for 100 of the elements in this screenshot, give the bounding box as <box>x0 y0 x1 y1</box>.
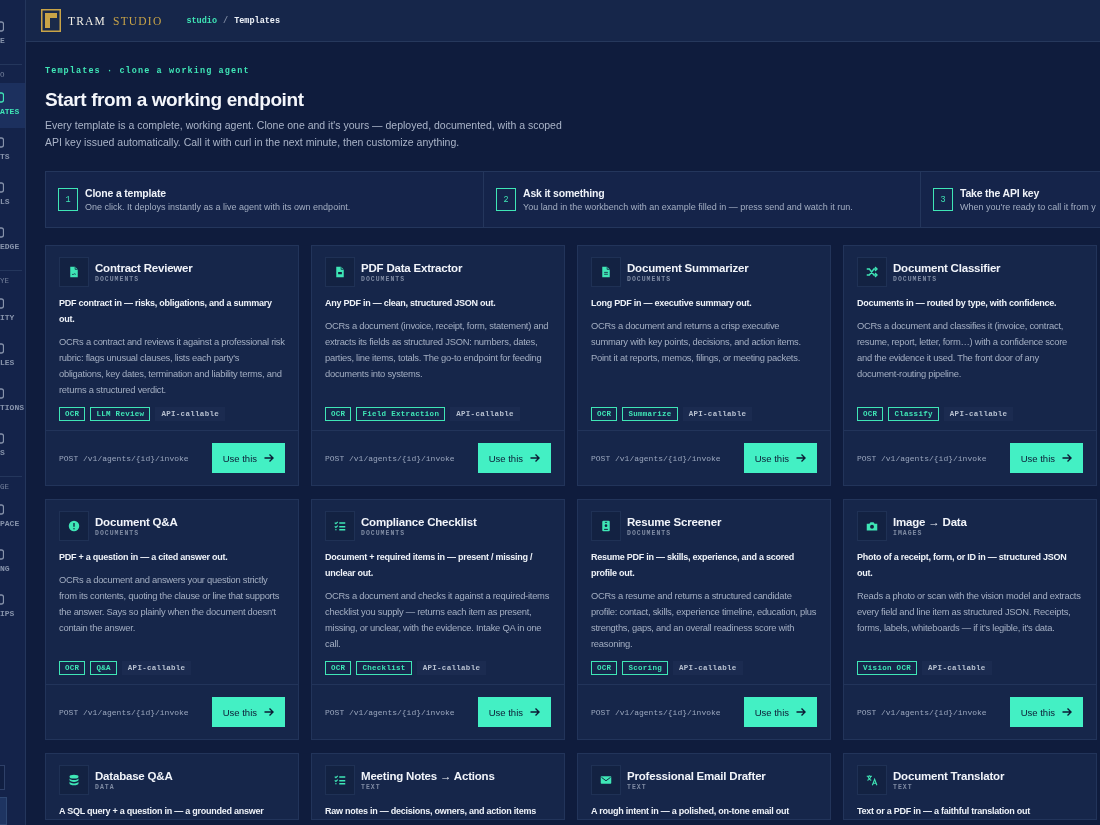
nav-item-icon <box>0 137 4 148</box>
nav-item-icon <box>0 388 4 399</box>
card-summary: A SQL query + a question in — a grounded answer <box>59 805 265 818</box>
step-title: Clone a template <box>85 185 167 201</box>
arrow-right-icon <box>264 707 274 717</box>
card-summary: Text or a PDF in — a faithful translation out <box>857 805 1032 818</box>
card-summary: PDF + a question in — a cited answer out. <box>59 551 229 564</box>
card-title: Document Q&A <box>95 514 178 529</box>
sidebar-item[interactable]: ITY <box>0 289 25 334</box>
card-summary: Any PDF in — clean, structured JSON out. <box>325 297 497 310</box>
card-summary: Documents in — routed by type, with confidence. <box>857 297 1058 310</box>
card-title: Document Summarizer <box>627 260 749 275</box>
card-title: Document Classifier <box>893 260 1001 275</box>
card-summary: Document + required items in — present / missing / unclear out. <box>325 551 534 580</box>
checklist-icon <box>325 511 355 541</box>
sidebar-item[interactable]: E <box>0 12 25 57</box>
card-title: Contract Reviewer <box>95 260 193 275</box>
breadcrumb-link[interactable]: studio <box>186 15 217 26</box>
use-template-button[interactable]: Use this <box>1009 443 1083 473</box>
document-icon <box>591 257 621 287</box>
nav-item-icon <box>0 227 4 238</box>
use-template-button[interactable]: Use this <box>477 443 551 473</box>
sidebar-item[interactable]: EDGE <box>0 218 25 263</box>
card-title: Professional Email Drafter <box>627 768 766 783</box>
card-title: Database Q&A <box>95 768 173 783</box>
step-number: 2 <box>496 188 516 211</box>
use-template-button[interactable]: Use this <box>211 443 285 473</box>
sidebar-button[interactable] <box>0 797 7 825</box>
nav-item-icon <box>0 433 4 444</box>
nav-item-icon <box>0 182 4 193</box>
endpoint-path: POST /v1/agents/{id}/invoke <box>857 453 987 463</box>
id-badge-icon <box>591 511 621 541</box>
step-title: Take the API key <box>960 185 1041 201</box>
card-description: OCRs a document (invoice, receipt, form, statement) and extracts its fields as structured JSON: numbers, dates, parties, line items, totals. The go-to endpoint for feeding documents into systems. <box>325 319 550 381</box>
arrow-right-icon <box>530 707 540 717</box>
use-template-button[interactable]: Use this <box>743 697 817 727</box>
card-title: Meeting Notes → Actions <box>361 768 495 783</box>
sidebar-item[interactable]: LES <box>0 334 25 379</box>
card-description: OCRs a contract and reviews it against a professional risk rubric: flags unusual clauses, lists each party's obligations, key dates, termination and liability terms, and returns a structured verdict. <box>59 335 285 397</box>
step-description: One click. It deploys instantly as a live agent with its own endpoint. <box>85 200 351 214</box>
document-icon <box>59 257 89 287</box>
arrow-right-icon <box>796 707 806 717</box>
sidebar-item[interactable]: TIONS <box>0 379 25 424</box>
card-summary: Photo of a receipt, form, or ID in — structured JSON out. <box>857 551 1068 580</box>
use-template-button[interactable]: Use this <box>477 697 551 727</box>
brand-name: TRAM <box>68 14 107 27</box>
nav-item-icon <box>0 504 4 515</box>
card-title: Resume Screener <box>627 514 722 529</box>
use-template-button[interactable]: Use this <box>1009 697 1083 727</box>
arrow-right-icon <box>1062 707 1072 717</box>
card-title: Compliance Checklist <box>361 514 477 529</box>
step-description: When you're ready to call it from y <box>960 200 1096 214</box>
card-summary: Raw notes in — decisions, owners, and action items <box>325 805 538 818</box>
card-description: OCRs a document and answers your question strictly from its contents, quoting the clause or line that supports the answer. Says so plainly when the document doesn't contain the answer. <box>59 573 281 635</box>
sidebar-item[interactable]: PACE <box>0 495 25 540</box>
breadcrumb-separator: / <box>223 15 229 26</box>
use-template-button[interactable]: Use this <box>743 443 817 473</box>
sidebar-item[interactable]: ATES <box>0 83 25 128</box>
checklist-icon <box>325 765 355 795</box>
endpoint-path: POST /v1/agents/{id}/invoke <box>857 707 987 717</box>
card-title: Image → Data <box>893 514 967 529</box>
card-description: OCRs a document and classifies it (invoice, contract, resume, report, letter, form…) with a confidence score and the evidence it used. The front door of any document-routing pipeline. <box>857 319 1069 381</box>
arrow-right-icon <box>796 453 806 463</box>
page-title: Start from a working endpoint <box>45 88 305 112</box>
nav-item-icon <box>0 594 4 605</box>
endpoint-path: POST /v1/agents/{id}/invoke <box>325 453 455 463</box>
sidebar-item[interactable]: LS <box>0 173 25 218</box>
use-template-button[interactable]: Use this <box>211 697 285 727</box>
envelope-icon <box>591 765 621 795</box>
nav-item-icon <box>0 298 4 309</box>
card-description: OCRs a resume and returns a structured candidate profile: contact, skills, experience timeline, education, plus strengths, gaps, and an overall readiness score with reasoning. <box>591 589 817 651</box>
sidebar-item[interactable]: NG <box>0 540 25 585</box>
brand-name-accent: STUDIO <box>113 14 163 27</box>
endpoint-path: POST /v1/agents/{id}/invoke <box>325 707 455 717</box>
step-title: Ask it something <box>523 185 606 201</box>
camera-icon <box>857 511 887 541</box>
shuffle-icon <box>857 257 887 287</box>
nav-item-icon <box>0 549 4 560</box>
endpoint-path: POST /v1/agents/{id}/invoke <box>591 453 721 463</box>
logo-icon <box>41 9 61 32</box>
card-title: PDF Data Extractor <box>361 260 463 275</box>
breadcrumb-link[interactable]: Templates <box>234 15 281 26</box>
arrow-right-icon <box>530 453 540 463</box>
nav-item-icon <box>0 343 4 354</box>
document-icon <box>325 257 355 287</box>
endpoint-path: POST /v1/agents/{id}/invoke <box>591 707 721 717</box>
step-description: You land in the workbench with an example filled in — press send and watch it run. <box>523 200 853 214</box>
card-summary: PDF contract in — risks, obligations, and a summary out. <box>59 297 273 326</box>
card-summary: Long PDF in — executive summary out. <box>591 297 753 310</box>
sidebar-item[interactable]: TS <box>0 128 25 173</box>
sidebar-item[interactable]: IPS <box>0 585 25 630</box>
arrow-right-icon <box>264 453 274 463</box>
sidebar-item[interactable]: S <box>0 424 25 469</box>
page-eyebrow: Templates · clone a working agent <box>45 66 251 76</box>
card-description: OCRs a document and checks it against a required-items checklist you supply — returns each item as present, missing, or unclear, with the evidence. Intake QA in one call. <box>325 589 551 651</box>
database-icon <box>59 765 89 795</box>
step-number: 3 <box>933 188 953 211</box>
translate-icon <box>857 765 887 795</box>
endpoint-path: POST /v1/agents/{id}/invoke <box>59 453 189 463</box>
step-number: 1 <box>58 188 78 211</box>
